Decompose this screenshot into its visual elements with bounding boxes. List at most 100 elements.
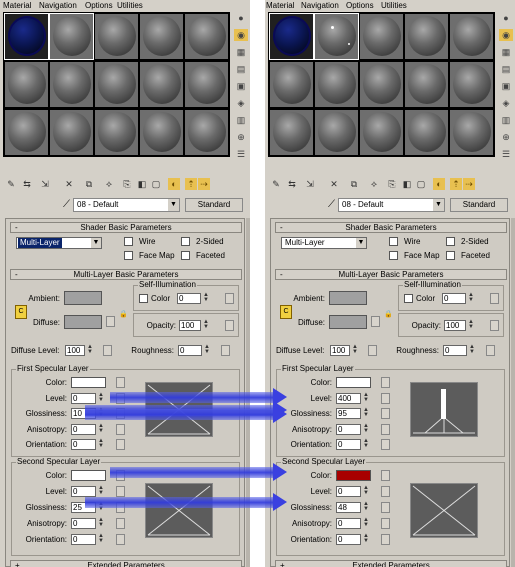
shader-rollout-header[interactable]: - Shader Basic Parameters <box>275 222 507 233</box>
go-forward-icon[interactable]: ⇢ <box>198 178 210 190</box>
self-illum-map-button[interactable] <box>225 293 234 304</box>
material-type-button[interactable]: Standard <box>185 198 243 212</box>
self-illum-color-checkbox[interactable] <box>139 294 148 303</box>
spinner-arrows-icon[interactable]: ▲▼ <box>97 438 105 450</box>
assign-material-icon[interactable]: ⇲ <box>39 178 51 190</box>
face-map-checkbox[interactable] <box>389 251 398 260</box>
extended-rollout-header[interactable]: + Extended Parameters <box>275 560 507 567</box>
level-map-button[interactable] <box>381 392 390 404</box>
reset-map-icon[interactable]: ✕ <box>328 178 340 190</box>
extended-rollout-header[interactable]: + Extended Parameters <box>10 560 242 567</box>
material-id-icon[interactable]: ◧ <box>136 178 148 190</box>
sample-slot[interactable] <box>5 62 48 107</box>
spinner-arrows-icon[interactable]: ▲▼ <box>97 392 105 404</box>
multilayer-rollout-header[interactable]: - Multi-Layer Basic Parameters <box>10 269 242 280</box>
level-spinner[interactable]: 400 ▲ ▼ <box>336 392 369 404</box>
chevron-down-icon[interactable]: ▼ <box>433 199 444 211</box>
go-to-parent-icon[interactable]: ⇡ <box>450 178 462 190</box>
menu-options[interactable]: Options <box>346 0 374 11</box>
sample-slot[interactable] <box>95 62 138 107</box>
spinner-arrows-icon[interactable]: ▲▼ <box>362 438 370 450</box>
select-by-material-icon[interactable]: ⊕ <box>234 131 248 143</box>
material-navigator-icon[interactable]: ☰ <box>234 148 248 160</box>
diffuse-level-spinner[interactable]: 100 ▲ ▼ <box>65 344 93 356</box>
lock-icon[interactable]: 🔒 <box>119 309 128 320</box>
glossiness-map-button[interactable] <box>381 408 390 419</box>
sample-slot[interactable] <box>360 62 403 107</box>
spinner-arrows-icon[interactable]: ▲▼ <box>202 319 210 331</box>
anisotropy-spinner[interactable]: 0 ▲ ▼ <box>336 423 369 435</box>
menu-navigation[interactable]: Navigation <box>301 0 339 11</box>
sample-uv-icon[interactable]: ▤ <box>499 63 513 75</box>
color-map-button[interactable] <box>116 377 125 388</box>
diffuse-level-map-button[interactable] <box>368 345 377 356</box>
backlight-icon[interactable]: ◉ <box>499 29 513 41</box>
diffuse-level-spinner[interactable]: 100 ▲ ▼ <box>330 344 358 356</box>
make-preview-icon[interactable]: ◈ <box>499 97 513 109</box>
sample-type-icon[interactable]: ● <box>234 12 248 24</box>
shader-rollout-header[interactable]: - Shader Basic Parameters <box>10 222 242 233</box>
orientation-map-button[interactable] <box>116 534 125 545</box>
sample-slot[interactable] <box>185 62 228 107</box>
spinner-arrows-icon[interactable]: ▲▼ <box>86 344 94 356</box>
spinner-arrows-icon[interactable]: ▲▼ <box>362 517 370 529</box>
spinner-arrows-icon[interactable]: ▲▼ <box>97 485 105 497</box>
show-end-result-icon[interactable]: ◐ <box>168 178 180 190</box>
roughness-spinner[interactable]: 0 ▲ ▼ <box>178 344 210 356</box>
anisotropy-map-button[interactable] <box>116 423 125 435</box>
sample-slot[interactable] <box>49 13 94 60</box>
sample-slot[interactable] <box>315 110 358 155</box>
spinner-arrows-icon[interactable]: ▲▼ <box>351 344 359 356</box>
spinner-arrows-icon[interactable]: ▲▼ <box>97 517 105 529</box>
shader-type-select[interactable]: Multi-Layer ▼ <box>281 237 367 249</box>
sample-slot[interactable] <box>5 110 48 155</box>
make-preview-icon[interactable]: ◈ <box>234 97 248 109</box>
self-illum-color-checkbox[interactable] <box>404 294 413 303</box>
wire-checkbox[interactable] <box>124 237 133 246</box>
put-to-scene-icon[interactable]: ⇆ <box>21 178 33 190</box>
sample-slot[interactable] <box>315 62 358 107</box>
self-illum-map-button[interactable] <box>490 293 499 304</box>
make-unique-icon[interactable]: ⟡ <box>103 178 115 190</box>
self-illum-spinner[interactable]: 0 ▲ ▼ <box>442 292 474 304</box>
assign-material-icon[interactable]: ⇲ <box>304 178 316 190</box>
diffuse-map-button[interactable] <box>106 316 115 327</box>
reset-map-icon[interactable]: ✕ <box>63 178 75 190</box>
material-id-icon[interactable]: ◧ <box>401 178 413 190</box>
faceted-checkbox[interactable] <box>446 251 455 260</box>
color-map-button[interactable] <box>381 377 390 388</box>
diffuse-level-map-button[interactable] <box>103 345 112 356</box>
opacity-spinner[interactable]: 100 ▲ ▼ <box>179 319 209 331</box>
spinner-arrows-icon[interactable]: ▲▼ <box>467 292 475 304</box>
sample-slot[interactable] <box>270 110 313 155</box>
spinner-arrows-icon[interactable]: ▲▼ <box>362 407 370 419</box>
sample-slot[interactable] <box>405 62 448 107</box>
video-check-icon[interactable]: ▣ <box>499 80 513 92</box>
spinner-arrows-icon[interactable]: ▲▼ <box>362 423 370 435</box>
specular-color-swatch[interactable] <box>336 470 371 481</box>
orientation-spinner[interactable]: 0 ▲ ▼ <box>336 438 369 450</box>
glossiness-spinner[interactable]: 48 ▲ ▼ <box>336 501 369 513</box>
ambient-color-swatch[interactable] <box>329 291 367 305</box>
wire-checkbox[interactable] <box>389 237 398 246</box>
sample-slot[interactable] <box>4 13 49 60</box>
opacity-map-button[interactable] <box>225 320 234 331</box>
menu-utilities[interactable]: Utilities <box>117 0 143 11</box>
select-by-material-icon[interactable]: ⊕ <box>499 131 513 143</box>
menu-navigation[interactable]: Navigation <box>39 0 77 11</box>
roughness-spinner[interactable]: 0 ▲ ▼ <box>443 344 475 356</box>
orientation-map-button[interactable] <box>381 439 390 450</box>
sample-slot[interactable] <box>360 14 403 59</box>
lock-icon[interactable]: 🔒 <box>384 309 393 320</box>
sample-slot[interactable] <box>185 14 228 59</box>
glossiness-spinner[interactable]: 95 ▲ ▼ <box>336 407 369 419</box>
anisotropy-spinner[interactable]: 0 ▲ ▼ <box>71 517 104 529</box>
self-illum-spinner[interactable]: 0 ▲ ▼ <box>177 292 209 304</box>
options-icon[interactable]: ▥ <box>499 114 513 126</box>
chevron-down-icon[interactable]: ▼ <box>168 199 179 211</box>
chevron-down-icon[interactable]: ▼ <box>356 238 366 248</box>
diffuse-color-swatch[interactable] <box>329 315 367 329</box>
spinner-arrows-icon[interactable]: ▲▼ <box>97 533 105 545</box>
anisotropy-map-button[interactable] <box>116 518 125 529</box>
anisotropy-spinner[interactable]: 0 ▲ ▼ <box>71 423 104 435</box>
